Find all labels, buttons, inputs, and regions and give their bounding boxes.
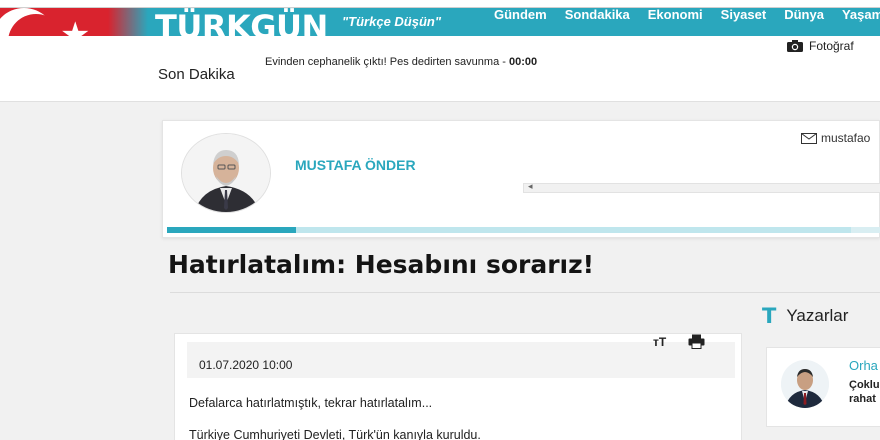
writer-card[interactable]: Orha Çoklu rahat xyxy=(766,347,880,427)
divider xyxy=(170,292,880,293)
nav-item-gundem[interactable]: Gündem xyxy=(494,7,547,22)
writer-name[interactable]: Orha xyxy=(849,358,878,373)
news-ticker[interactable]: Evinden cephanelik çıktı! Pes dedirten s… xyxy=(265,56,537,68)
writers-heading: T Yazarlar xyxy=(762,304,848,328)
article-body: 01.07.2020 10:00 тT Defalarca hatırlatmı… xyxy=(174,333,742,440)
sub-header: Son Dakika Evinden cephanelik çıktı! Pes… xyxy=(0,36,880,102)
author-email-text: mustafao xyxy=(821,131,871,145)
browser-chrome xyxy=(0,0,880,8)
print-icon[interactable] xyxy=(688,334,705,349)
nav-item-yasam[interactable]: Yaşam xyxy=(842,7,880,22)
writer-avatar[interactable] xyxy=(781,360,829,408)
article-date: 01.07.2020 10:00 xyxy=(199,358,293,372)
reading-progress-bar xyxy=(167,227,880,233)
nav-item-dunya[interactable]: Dünya xyxy=(784,7,824,22)
main-nav: Gündem Sondakika Ekonomi Siyaset Dünya Y… xyxy=(494,7,880,22)
reading-progress-fill xyxy=(167,227,296,233)
ticker-time: 00:00 xyxy=(508,56,538,68)
article-paragraph: Türkiye Cumhuriyeti Devleti, Türk'ün kan… xyxy=(189,428,481,440)
horizontal-scrollbar[interactable]: ◂ xyxy=(523,181,880,193)
author-email[interactable]: mustafao xyxy=(801,131,870,145)
photo-gallery-link[interactable]: Fotoğraf xyxy=(786,39,854,53)
font-size-icon[interactable]: тT xyxy=(653,335,666,349)
photo-label: Fotoğraf xyxy=(809,39,854,53)
writers-heading-label: Yazarlar xyxy=(786,306,849,325)
ticker-text: Evinden cephanelik çıktı! Pes dedirten s… xyxy=(265,56,509,68)
site-slogan: "Türkçe Düşün" xyxy=(342,14,442,29)
nav-item-sondakika[interactable]: Sondakika xyxy=(565,7,630,22)
author-name[interactable]: MUSTAFA ÖNDER xyxy=(295,157,416,173)
brand-t-icon: T xyxy=(762,304,777,328)
camera-icon xyxy=(787,40,803,52)
author-avatar[interactable] xyxy=(181,133,271,213)
writer-article-title[interactable]: Çoklu rahat xyxy=(849,378,880,406)
author-card: MUSTAFA ÖNDER mustafao ◂ xyxy=(162,120,880,238)
nav-item-siyaset[interactable]: Siyaset xyxy=(721,7,767,22)
article-paragraph: Defalarca hatırlatmıştık, tekrar hatırla… xyxy=(189,396,433,410)
nav-item-ekonomi[interactable]: Ekonomi xyxy=(648,7,703,22)
article-title: Hatırlatalım: Hesabını sorarız! xyxy=(168,250,595,279)
mail-icon xyxy=(801,132,817,144)
article-tools: тT xyxy=(653,334,705,349)
scroll-left-icon[interactable]: ◂ xyxy=(528,181,533,192)
breaking-news-label[interactable]: Son Dakika xyxy=(158,66,235,83)
